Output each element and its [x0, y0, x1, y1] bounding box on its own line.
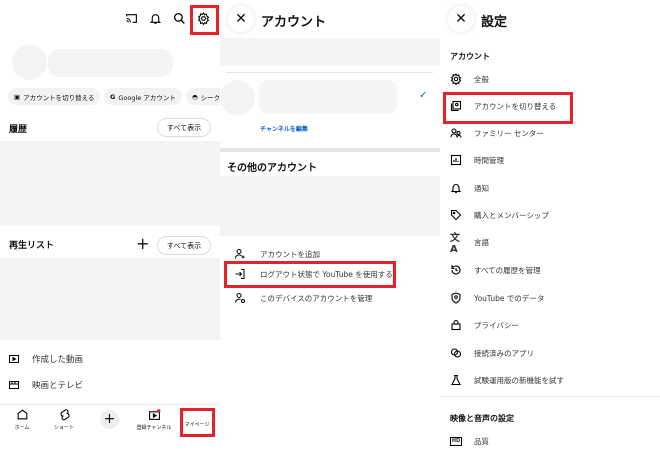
nav-shorts[interactable]: ショート [46, 408, 82, 431]
settings-panel: ✕ 設定 アカウント 全般 アカウントを切り替える ファミリー センター 時間管… [440, 0, 660, 450]
close-icon: ✕ [455, 11, 467, 27]
settings-time[interactable]: 時間管理 [440, 150, 660, 170]
flask-icon [450, 374, 462, 386]
nav-subscriptions[interactable]: 登録チャンネル [136, 408, 172, 431]
settings-privacy[interactable]: プライバシー [440, 315, 660, 335]
settings-connected-apps[interactable]: 接続済みのアプリ [440, 343, 660, 363]
settings-highlight [190, 5, 219, 35]
page-title: アカウント [261, 15, 327, 30]
settings-family-center[interactable]: ファミリー センター [440, 123, 660, 143]
page-title: 設定 [481, 15, 508, 30]
close-button[interactable]: ✕ [448, 6, 474, 32]
create-button[interactable]: + [100, 410, 119, 429]
history-see-all-button[interactable]: すべて表示 [157, 118, 211, 137]
close-button[interactable]: ✕ [228, 6, 254, 32]
google-icon: G [110, 92, 116, 101]
settings-general[interactable]: 全般 [440, 69, 660, 89]
channel-name-placeholder [48, 49, 173, 77]
switch-account-highlight [443, 92, 573, 124]
gear-icon [450, 73, 462, 85]
nav-divider [0, 404, 220, 405]
history-list [0, 141, 220, 226]
settings-notifications[interactable]: 通知 [440, 178, 660, 198]
google-account-chip[interactable]: G Google アカウント [104, 88, 182, 105]
list-item-movies[interactable]: 映画とテレビ [0, 375, 220, 395]
playlist-see-all-button[interactable]: すべて表示 [157, 236, 211, 255]
my-page-highlight [180, 408, 215, 437]
divider [220, 148, 440, 152]
signed-out-highlight [224, 261, 396, 288]
nav-home[interactable]: ホーム [4, 408, 40, 431]
video-audio-section-title: 映像と音声の設定 [450, 414, 514, 423]
close-icon: ✕ [235, 11, 247, 27]
playlist-list [0, 258, 220, 340]
avatar [12, 45, 47, 80]
manage-person-icon [234, 292, 246, 304]
link-icon [450, 347, 462, 359]
tag-icon [450, 209, 462, 221]
search-icon[interactable] [173, 12, 186, 25]
other-accounts-list [220, 176, 440, 236]
shorts-icon [58, 408, 71, 421]
lock-icon [450, 319, 462, 331]
clapperboard-icon [8, 379, 20, 391]
settings-history[interactable]: すべての履歴を管理 [440, 260, 660, 280]
settings-quality[interactable]: HD 品質 [440, 431, 660, 450]
switch-account-chip[interactable]: ▣ アカウントを切り替える [8, 88, 100, 105]
my-page-panel: ▣アカウントを切り替える GGoogle アカウント ◓シークレット 履歴 すべ… [0, 0, 220, 450]
bell-icon [450, 182, 462, 194]
playlist-title: 再生リスト [9, 241, 55, 251]
other-accounts-title: その他のアカウント [227, 163, 317, 174]
account-section-title: アカウント [450, 52, 490, 61]
family-icon [450, 127, 462, 139]
divider [440, 396, 660, 397]
history-title: 履歴 [9, 125, 28, 135]
settings-labs[interactable]: 試験運用版の新機能を試す [440, 370, 660, 390]
current-account[interactable] [259, 80, 397, 114]
settings-purchases[interactable]: 購入とメンバーシップ [440, 205, 660, 225]
bell-icon[interactable] [149, 12, 162, 25]
check-icon: ✓ [419, 90, 428, 101]
manage-accounts-item[interactable]: このデバイスのアカウントを管理 [220, 288, 440, 308]
divider [226, 72, 433, 73]
add-person-icon [234, 248, 246, 260]
incognito-icon: ◓ [192, 92, 198, 101]
hd-icon: HD [450, 436, 462, 446]
avatar [220, 80, 255, 115]
account-header-placeholder [220, 38, 440, 66]
cast-icon[interactable] [125, 12, 138, 25]
home-icon [16, 408, 29, 421]
subscriptions-icon [148, 408, 161, 421]
video-icon [8, 353, 20, 365]
chart-icon [450, 154, 462, 166]
list-item-my-videos[interactable]: 作成した動画 [0, 349, 220, 369]
history-icon [450, 264, 462, 276]
edit-channel-link[interactable]: チャンネルを編集 [260, 124, 308, 133]
plus-icon[interactable]: + [136, 234, 149, 253]
switch-account-icon: ▣ [14, 92, 21, 101]
settings-language[interactable]: 文A 言語 [440, 232, 660, 255]
incognito-chip[interactable]: ◓シークレット [186, 88, 220, 105]
translate-icon: 文A [450, 233, 460, 255]
shield-person-icon [450, 292, 462, 304]
account-panel: ✕ アカウント ✓ チャンネルを編集 その他のアカウント アカウントを追加 ログ… [220, 0, 440, 450]
settings-your-data[interactable]: YouTube でのデータ [440, 288, 660, 308]
